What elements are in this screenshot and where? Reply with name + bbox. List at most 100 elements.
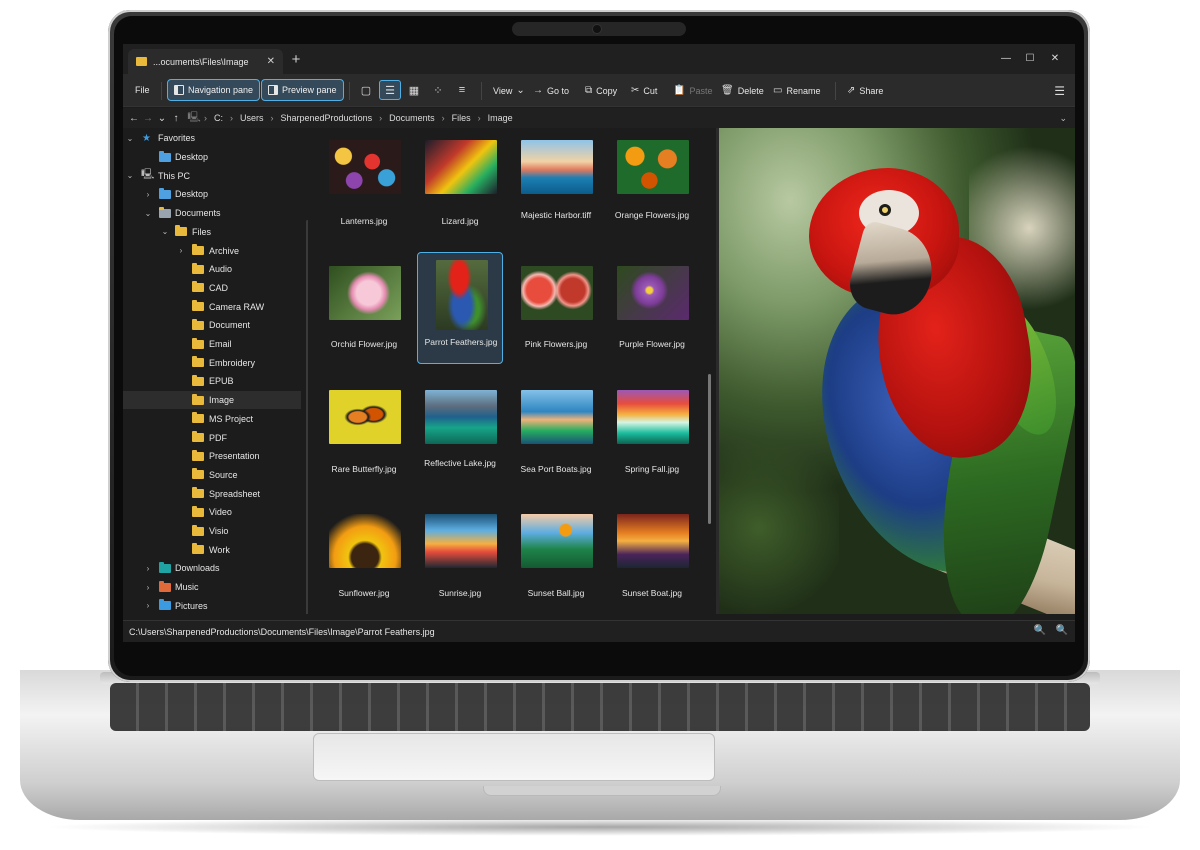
breadcrumb-drive[interactable]: C: — [214, 113, 223, 123]
tab-image-folder[interactable]: ...ocuments\Files\Image ✕ — [128, 49, 283, 74]
cut-button[interactable]: ✂ Cut — [631, 85, 657, 96]
computer-icon: 🖳 — [187, 111, 201, 123]
tree-item-pdf[interactable]: PDF — [123, 428, 301, 447]
zoom-out-icon[interactable]: 🔍 — [1033, 624, 1047, 638]
file-item-sunset-boat[interactable]: Sunset Boat.jpg — [609, 504, 695, 614]
file-name: Reflective Lake.jpg — [424, 458, 496, 468]
file-item-sunset-ball[interactable]: Sunset Ball.jpg — [513, 504, 599, 614]
file-item-purple-flower[interactable]: Purple Flower.jpg — [609, 256, 695, 368]
file-menu[interactable]: File — [135, 85, 150, 95]
tree-item-label: Spreadsheet — [209, 488, 261, 499]
tree-item-spreadsheet[interactable]: Spreadsheet — [123, 484, 301, 503]
file-item-reflective-lake[interactable]: Reflective Lake.jpg — [417, 380, 503, 492]
tree-item-files[interactable]: ⌄ Files — [123, 223, 301, 242]
file-item-majestic-harbor[interactable]: Majestic Harbor.tiff — [513, 132, 599, 244]
tree-item-presentation[interactable]: Presentation — [123, 447, 301, 466]
tree-item-label: Desktop — [175, 189, 209, 200]
file-item-spring-fall[interactable]: Spring Fall.jpg — [609, 380, 695, 492]
navigation-pane-button[interactable]: Navigation pane — [167, 79, 261, 101]
breadcrumb-users[interactable]: Users — [240, 113, 264, 123]
list-layout-icon[interactable]: ≡ — [451, 80, 473, 100]
paste-button[interactable]: 📋 Paste — [673, 85, 712, 96]
details-layout-icon[interactable]: ▢ — [355, 80, 377, 100]
tree-item-desktop[interactable]: › Desktop — [123, 185, 301, 204]
breadcrumb-user[interactable]: SharpenedProductions — [281, 113, 373, 123]
folder-icon — [192, 244, 204, 256]
tree-item-source[interactable]: Source — [123, 466, 301, 485]
delete-button[interactable]: 🗑 Delete — [721, 85, 764, 96]
address-dropdown-icon[interactable]: ⌄ — [1059, 113, 1067, 124]
tree-item-cad[interactable]: CAD — [123, 279, 301, 298]
small-icons-layout-icon[interactable]: ⁘ — [427, 80, 449, 100]
breadcrumb-image[interactable]: Image — [488, 113, 513, 123]
file-item-orange-flowers[interactable]: Orange Flowers.jpg — [609, 132, 695, 244]
file-item-pink-flowers[interactable]: Pink Flowers.jpg — [513, 256, 599, 368]
tree-item-pictures[interactable]: › Pictures — [123, 597, 301, 615]
file-item-lizard[interactable]: Lizard.jpg — [417, 132, 503, 244]
go-to-button[interactable]: → Go to — [533, 85, 569, 96]
tree-item-this-pc[interactable]: ⌄ 🖳 This PC — [123, 166, 301, 185]
chevron-down-icon[interactable]: ⌄ — [143, 209, 153, 218]
tree-item-visio[interactable]: Visio — [123, 522, 301, 541]
copy-button[interactable]: ⧉ Copy — [585, 85, 617, 96]
tree-item-downloads[interactable]: › Downloads — [123, 559, 301, 578]
new-tab-button[interactable]: + — [287, 51, 305, 69]
close-window-button[interactable]: ✕ — [1045, 50, 1065, 68]
file-item-sunrise[interactable]: Sunrise.jpg — [417, 504, 503, 614]
chevron-right-icon[interactable]: › — [143, 583, 153, 592]
tree-item-video[interactable]: Video — [123, 503, 301, 522]
back-arrow-icon[interactable]: ← — [127, 113, 141, 124]
preview-pane-button[interactable]: Preview pane — [261, 79, 344, 101]
tree-item-ms-project[interactable]: MS Project — [123, 410, 301, 429]
tree-item-epub[interactable]: EPUB — [123, 372, 301, 391]
chevron-down-icon[interactable]: ⌄ — [160, 227, 170, 236]
file-item-sunflower[interactable]: Sunflower.jpg — [321, 504, 407, 614]
breadcrumb-separator: › — [270, 113, 274, 123]
minimize-button[interactable]: — — [996, 50, 1016, 68]
file-item-lanterns[interactable]: Lanterns.jpg — [321, 132, 407, 244]
tree-item-document[interactable]: Document — [123, 316, 301, 335]
breadcrumb-files[interactable]: Files — [452, 113, 471, 123]
more-options-icon[interactable]: ☰ — [1054, 84, 1065, 98]
file-name: Purple Flower.jpg — [619, 339, 685, 349]
tree-item-camera-raw[interactable]: Camera RAW — [123, 297, 301, 316]
recent-locations-chevron-icon[interactable]: ⌄ — [155, 113, 169, 124]
file-item-parrot-feathers[interactable]: Parrot Feathers.jpg — [417, 252, 503, 364]
close-tab-icon[interactable]: ✕ — [267, 56, 275, 67]
share-button[interactable]: ⇗ Share — [847, 85, 883, 96]
file-grid-scrollbar[interactable] — [708, 374, 711, 524]
breadcrumb-documents[interactable]: Documents — [389, 113, 435, 123]
trash-icon: 🗑 — [721, 85, 734, 96]
up-arrow-icon[interactable]: ↑ — [169, 113, 183, 124]
rename-button[interactable]: ▭ Rename — [773, 85, 820, 96]
tree-item-favorites[interactable]: ⌄ ★ Favorites — [123, 129, 301, 148]
chevron-right-icon[interactable]: › — [143, 190, 153, 199]
tiles-layout-icon[interactable]: ☰ — [379, 80, 401, 100]
chevron-right-icon[interactable]: › — [143, 601, 153, 610]
maximize-button[interactable]: ☐ — [1020, 50, 1040, 68]
chevron-right-icon[interactable]: › — [143, 564, 153, 573]
chevron-down-icon[interactable]: ⌄ — [125, 134, 135, 143]
file-item-rare-butterfly[interactable]: Rare Butterfly.jpg — [321, 380, 407, 492]
tree-item-work[interactable]: Work — [123, 540, 301, 559]
tree-item-audio[interactable]: Audio — [123, 260, 301, 279]
file-item-sea-port-boats[interactable]: Sea Port Boats.jpg — [513, 380, 599, 492]
tree-item-embroidery[interactable]: Embroidery — [123, 353, 301, 372]
forward-arrow-icon[interactable]: → — [141, 113, 155, 124]
tree-item-image[interactable]: Image — [123, 390, 301, 410]
tree-item-music[interactable]: › Music — [123, 578, 301, 597]
navigation-scrollbar[interactable] — [306, 220, 308, 614]
medium-icons-layout-icon[interactable]: ▦ — [403, 80, 425, 100]
address-bar[interactable]: ← → ⌄ ↑ 🖳 › C: › Users › SharpenedProduc… — [123, 108, 1075, 128]
file-item-orchid-flower[interactable]: Orchid Flower.jpg — [321, 256, 407, 368]
go-to-label: Go to — [547, 85, 570, 96]
tree-item-favorites-desktop[interactable]: Desktop — [123, 148, 301, 167]
laptop-shadow — [40, 818, 1160, 836]
zoom-in-icon[interactable]: 🔍 — [1055, 624, 1069, 638]
chevron-down-icon[interactable]: ⌄ — [125, 171, 135, 180]
tree-item-email[interactable]: Email — [123, 335, 301, 354]
view-dropdown[interactable]: View ⌄ — [493, 85, 525, 96]
chevron-right-icon[interactable]: › — [176, 246, 186, 255]
tree-item-documents[interactable]: ⌄ Documents — [123, 204, 301, 223]
tree-item-archive[interactable]: › Archive — [123, 241, 301, 260]
